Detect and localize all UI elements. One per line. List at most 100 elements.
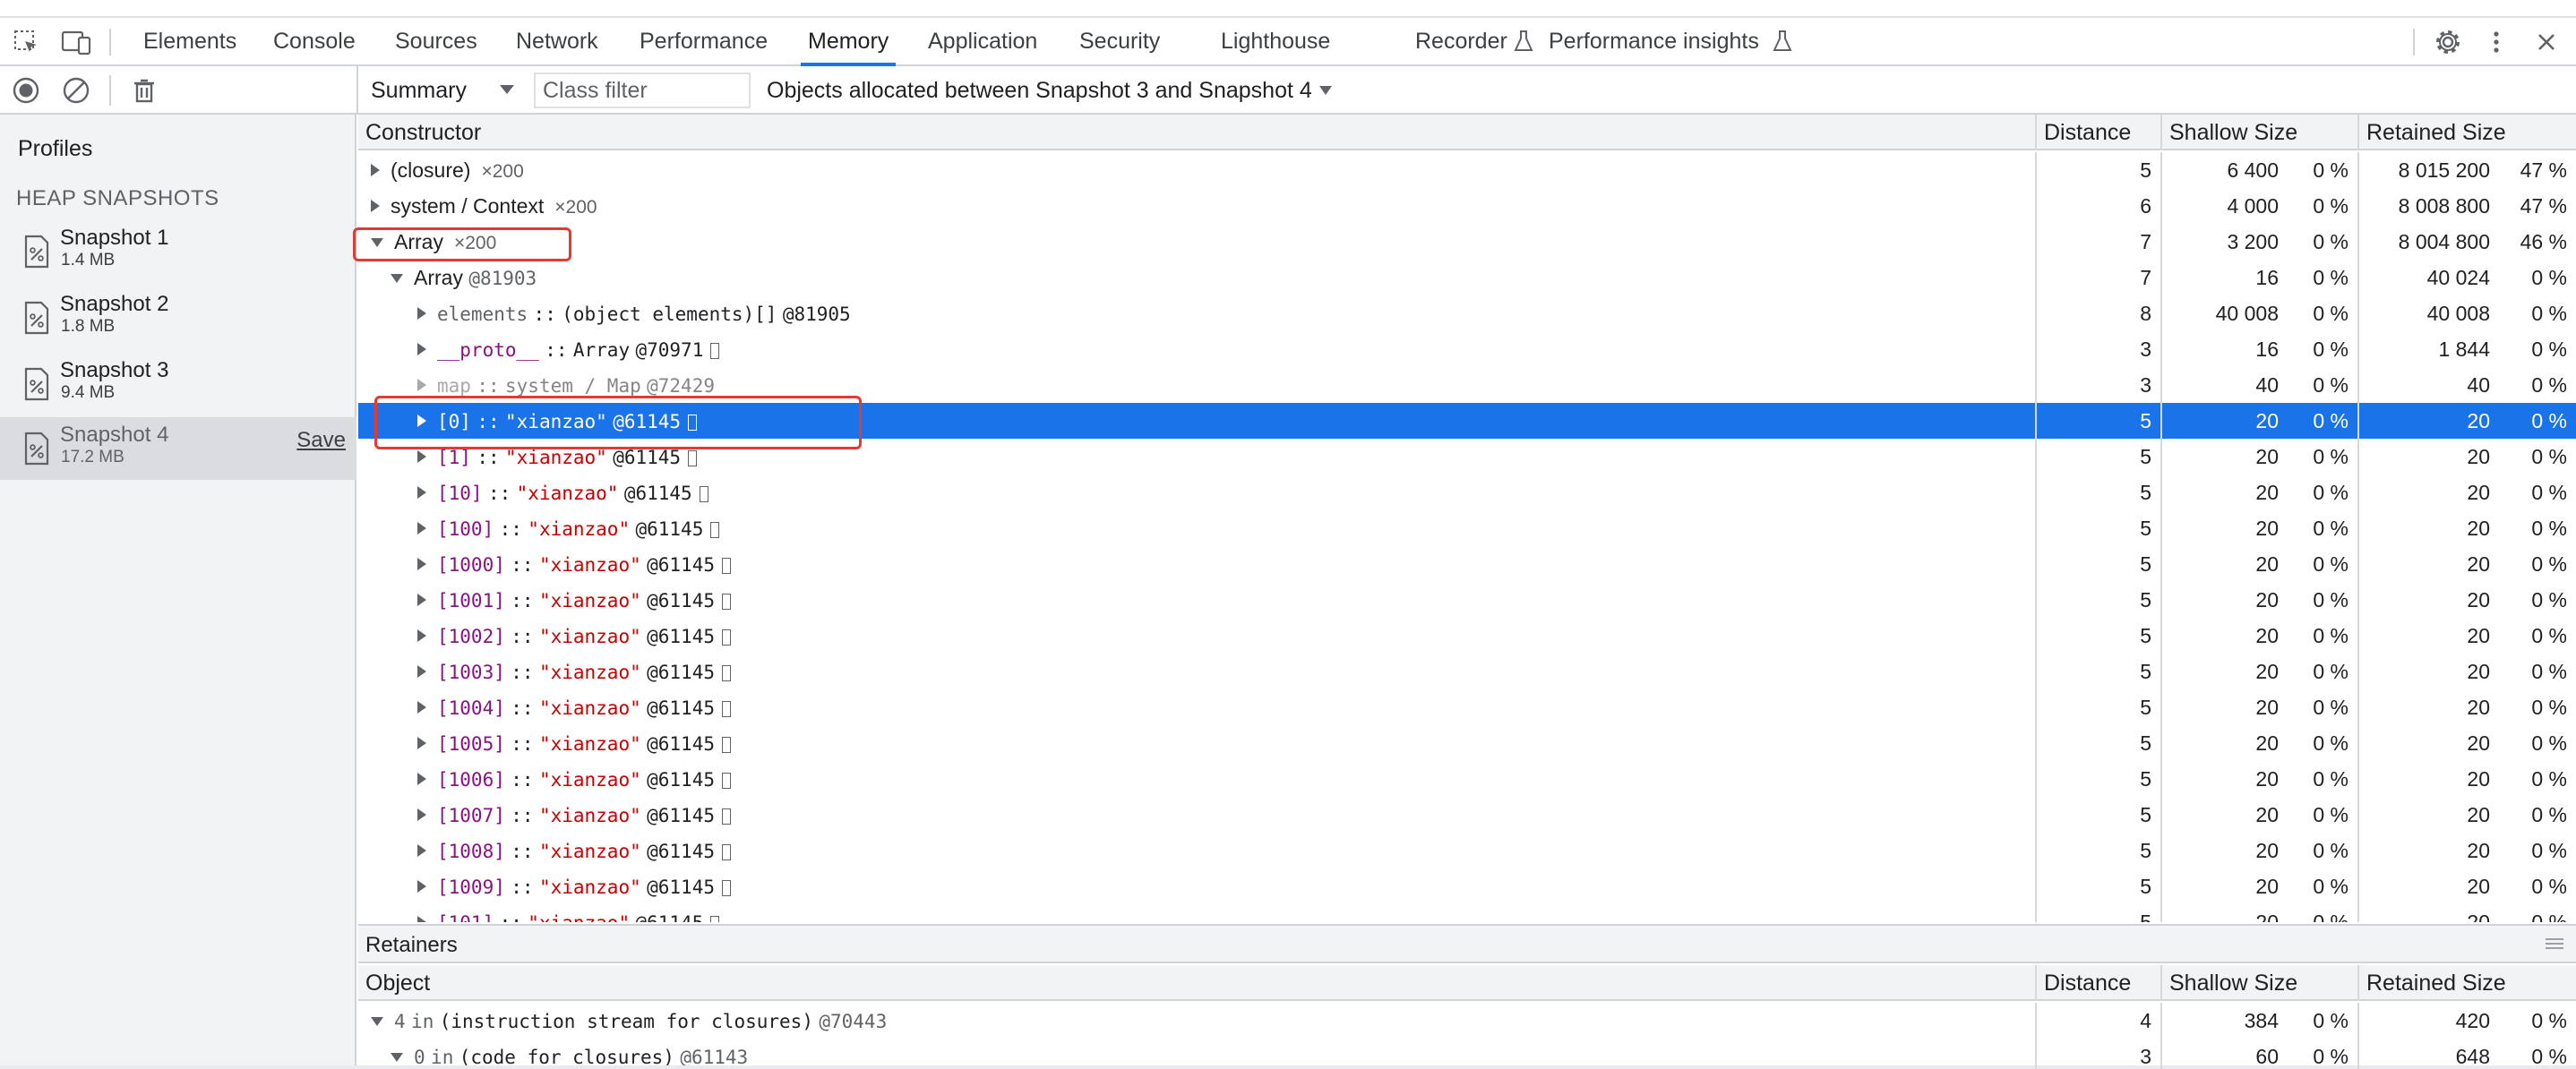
column-header-distance[interactable]: Distance (2037, 115, 2131, 150)
heap-object-row[interactable]: map :: system / Map @72429 3 40 0 % 40 0 % (358, 367, 2576, 403)
expanded-triangle-icon[interactable] (371, 1017, 383, 1026)
collapsed-triangle-icon[interactable] (417, 343, 426, 355)
tab-console[interactable]: Console (273, 18, 356, 64)
retainer-row[interactable]: 4 in (instruction stream for closures) @… (358, 1003, 2576, 1039)
heap-object-row[interactable]: [1006] :: "xianzao" @61145 5 20 0 % 20 0 % (358, 761, 2576, 797)
reveal-in-summary-icon[interactable] (721, 773, 731, 789)
tab-application[interactable]: Application (928, 18, 1037, 64)
heap-object-row[interactable]: [1005] :: "xianzao" @61145 5 20 0 % 20 0 % (358, 725, 2576, 761)
heap-object-row[interactable]: [1000] :: "xianzao" @61145 5 20 0 % 20 0 % (358, 546, 2576, 582)
column-header-object[interactable]: Object (358, 965, 430, 1001)
constructor-group-row[interactable]: system / Context ×200 6 4 000 0 % 8 008 800 47… (358, 188, 2576, 224)
reveal-in-summary-icon[interactable] (710, 343, 720, 359)
tab-performance-insights[interactable]: Performance insights (1549, 18, 1759, 64)
snapshot-item-3[interactable]: Snapshot 3 9.4 MB (0, 353, 356, 415)
close-devtools-icon[interactable] (2531, 27, 2562, 57)
heap-object-row[interactable]: [1003] :: "xianzao" @61145 5 20 0 % 20 0 % (358, 654, 2576, 689)
heap-object-row[interactable]: Array @81903 7 16 0 % 40 024 0 % (358, 260, 2576, 295)
inspect-element-icon[interactable] (13, 29, 39, 56)
tab-security[interactable]: Security (1079, 18, 1160, 64)
expanded-triangle-icon[interactable] (391, 1053, 403, 1062)
collapsed-triangle-icon[interactable] (417, 880, 426, 893)
reveal-in-summary-icon[interactable] (688, 415, 698, 431)
snapshot-item-1[interactable]: Snapshot 1 1.4 MB (0, 220, 356, 283)
heap-object-row[interactable]: [10] :: "xianzao" @61145 5 20 0 % 20 0 % (358, 475, 2576, 510)
column-header-shallow-size[interactable]: Shallow Size (2162, 115, 2297, 150)
heap-object-row[interactable]: [1002] :: "xianzao" @61145 5 20 0 % 20 0 % (358, 618, 2576, 654)
reveal-in-summary-icon[interactable] (721, 629, 731, 646)
reveal-in-summary-icon[interactable] (710, 522, 720, 538)
heap-object-row[interactable]: [0] :: "xianzao" @61145 5 20 0 % 20 0 % (358, 403, 2576, 439)
reveal-in-summary-icon[interactable] (699, 486, 708, 502)
constructor-group-row[interactable]: Array ×200 7 3 200 0 % 8 004 800 46 % (358, 224, 2576, 260)
reveal-in-summary-icon[interactable] (721, 558, 731, 574)
collapsed-triangle-icon[interactable] (417, 808, 426, 821)
heap-object-row[interactable]: [1001] :: "xianzao" @61145 5 20 0 % 20 0 % (358, 582, 2576, 618)
collapsed-triangle-icon[interactable] (417, 665, 426, 678)
heap-object-row[interactable]: __proto__ :: Array @70971 3 16 0 % 1 844 0 % (358, 331, 2576, 367)
column-header-retained-size[interactable]: Retained Size (2359, 965, 2506, 1001)
column-header-shallow-size[interactable]: Shallow Size (2162, 965, 2297, 1001)
take-heap-snapshot-icon[interactable] (11, 75, 41, 106)
tab-recorder[interactable]: Recorder (1415, 18, 1507, 64)
collapsed-triangle-icon[interactable] (417, 701, 426, 714)
reveal-in-summary-icon[interactable] (721, 737, 731, 753)
collapsed-triangle-icon[interactable] (417, 594, 426, 606)
tab-performance[interactable]: Performance (640, 18, 768, 64)
more-options-icon[interactable] (2481, 27, 2512, 57)
tab-memory[interactable]: Memory (800, 18, 897, 66)
clear-all-profiles-icon[interactable] (61, 75, 91, 106)
collapsed-triangle-icon[interactable] (417, 844, 426, 857)
collapsed-triangle-icon[interactable] (417, 450, 426, 463)
tab-network[interactable]: Network (516, 18, 598, 64)
retainer-row[interactable]: 0 in (code for closures) @61143 3 60 0 % 648… (358, 1039, 2576, 1069)
collapsed-triangle-icon[interactable] (417, 737, 426, 749)
heap-object-row[interactable]: [1007] :: "xianzao" @61145 5 20 0 % 20 0 % (358, 797, 2576, 833)
collapsed-triangle-icon[interactable] (417, 522, 426, 534)
save-snapshot-link[interactable]: Save (296, 428, 346, 453)
heap-object-row[interactable]: [1004] :: "xianzao" @61145 5 20 0 % 20 0 % (358, 689, 2576, 725)
collapsed-triangle-icon[interactable] (371, 164, 380, 176)
snapshot-range-select[interactable]: Objects allocated between Snapshot 3 and… (767, 75, 1332, 106)
tab-elements[interactable]: Elements (143, 18, 236, 64)
collapsed-triangle-icon[interactable] (417, 773, 426, 785)
reveal-in-summary-icon[interactable] (688, 450, 698, 466)
heap-object-row[interactable]: [1009] :: "xianzao" @61145 5 20 0 % 20 0 % (358, 868, 2576, 904)
collapsed-triangle-icon[interactable] (417, 307, 426, 320)
expanded-triangle-icon[interactable] (371, 238, 383, 247)
reveal-in-summary-icon[interactable] (721, 665, 731, 681)
snapshot-item-4[interactable]: Snapshot 4 17.2 MB Save (0, 417, 356, 480)
device-toolbar-icon[interactable] (61, 29, 91, 56)
collapsed-triangle-icon[interactable] (417, 415, 426, 427)
heap-object-row[interactable]: [1] :: "xianzao" @61145 5 20 0 % 20 0 % (358, 439, 2576, 475)
reveal-in-summary-icon[interactable] (721, 701, 731, 717)
resize-grip-icon[interactable] (2546, 938, 2563, 949)
column-header-constructor[interactable]: Constructor (358, 115, 481, 150)
collapsed-triangle-icon[interactable] (417, 629, 426, 642)
heap-object-row[interactable]: [101] :: "xianzao" @61145 5 20 0 % 20 0 % (358, 904, 2576, 922)
heap-object-row[interactable]: [100] :: "xianzao" @61145 5 20 0 % 20 0 % (358, 510, 2576, 546)
column-header-distance[interactable]: Distance (2037, 965, 2131, 1001)
reveal-in-summary-icon[interactable] (721, 594, 731, 610)
reveal-in-summary-icon[interactable] (721, 844, 731, 860)
view-select[interactable]: Summary (371, 75, 467, 106)
class-filter-input[interactable] (534, 73, 751, 108)
settings-gear-icon[interactable] (2433, 27, 2463, 57)
collect-garbage-trash-icon[interactable] (129, 75, 159, 106)
collapsed-triangle-icon[interactable] (417, 916, 426, 922)
column-header-retained-size[interactable]: Retained Size (2359, 115, 2506, 150)
heap-object-row[interactable]: [1008] :: "xianzao" @61145 5 20 0 % 20 0 % (358, 833, 2576, 868)
tab-lighthouse[interactable]: Lighthouse (1221, 18, 1330, 64)
constructor-group-row[interactable]: (closure) ×200 5 6 400 0 % 8 015 200 47 % (358, 152, 2576, 188)
reveal-in-summary-icon[interactable] (710, 916, 720, 922)
expanded-triangle-icon[interactable] (391, 274, 403, 283)
collapsed-triangle-icon[interactable] (417, 558, 426, 570)
collapsed-triangle-icon[interactable] (417, 486, 426, 499)
collapsed-triangle-icon[interactable] (417, 379, 426, 391)
reveal-in-summary-icon[interactable] (721, 808, 731, 825)
tab-sources[interactable]: Sources (395, 18, 477, 64)
heap-object-row[interactable]: elements :: (object elements)[] @81905 8 4… (358, 295, 2576, 331)
snapshot-item-2[interactable]: Snapshot 2 1.8 MB (0, 286, 356, 349)
collapsed-triangle-icon[interactable] (371, 200, 380, 212)
reveal-in-summary-icon[interactable] (721, 880, 731, 896)
